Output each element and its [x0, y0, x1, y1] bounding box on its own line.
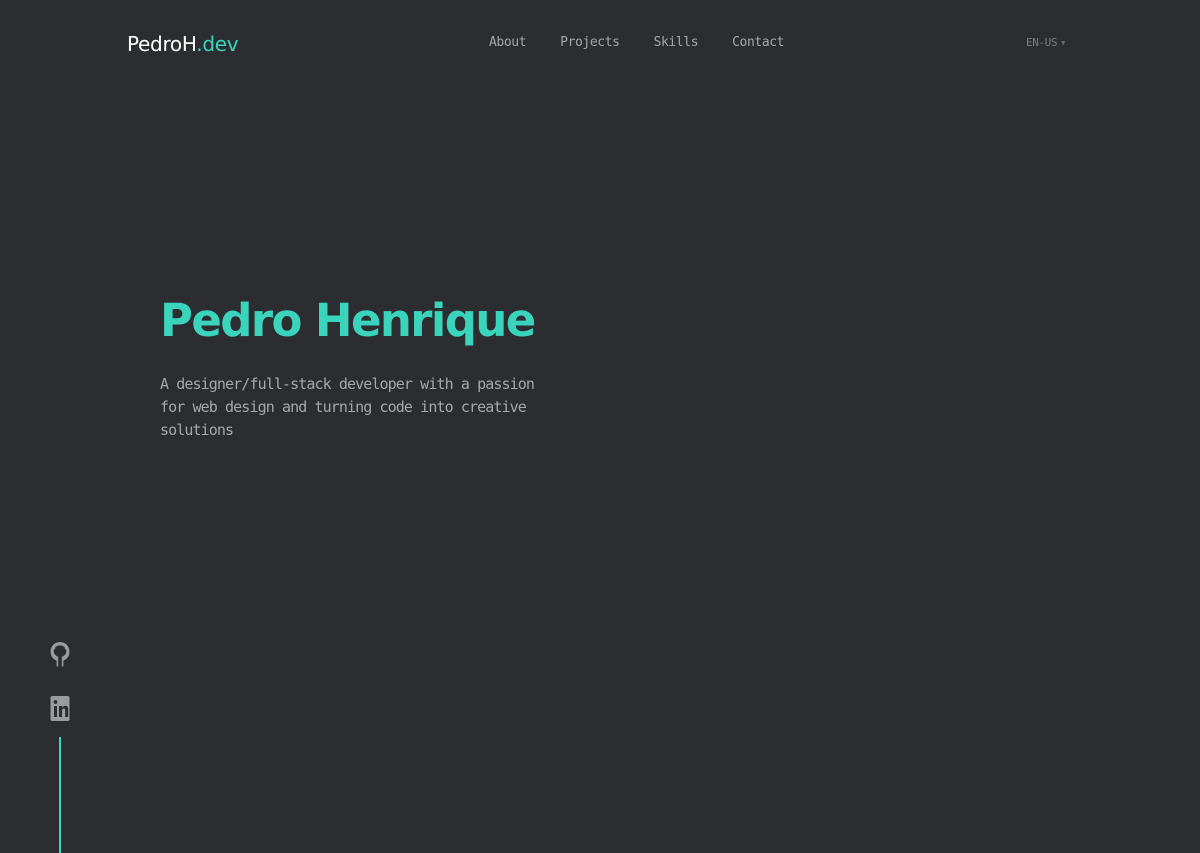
language-selector[interactable]: EN-US ▼: [1026, 35, 1065, 51]
nav-link-projects[interactable]: Projects: [560, 34, 620, 52]
chevron-down-icon: ▼: [1061, 39, 1065, 47]
hero-tagline: A designer/full-stack developer with a p…: [160, 375, 535, 439]
logo-main-text: PedroH: [127, 32, 197, 56]
nav-link-skills[interactable]: Skills: [654, 34, 699, 52]
hero-name: Pedro Henrique: [160, 294, 536, 347]
site-logo[interactable]: PedroH.dev: [127, 31, 239, 57]
github-link[interactable]: [48, 639, 72, 669]
social-divider-line: [59, 737, 61, 853]
logo-accent-text: .dev: [196, 32, 239, 56]
linkedin-link[interactable]: [48, 693, 72, 723]
nav-link-about[interactable]: About: [489, 34, 527, 52]
language-selected: EN-US: [1026, 36, 1058, 49]
github-icon: [50, 642, 70, 667]
site-header: PedroH.dev About Projects Skills Contact…: [0, 0, 1200, 88]
nav-link-contact[interactable]: Contact: [732, 34, 784, 52]
main-nav: About Projects Skills Contact: [489, 34, 818, 52]
linkedin-icon: [50, 696, 70, 721]
